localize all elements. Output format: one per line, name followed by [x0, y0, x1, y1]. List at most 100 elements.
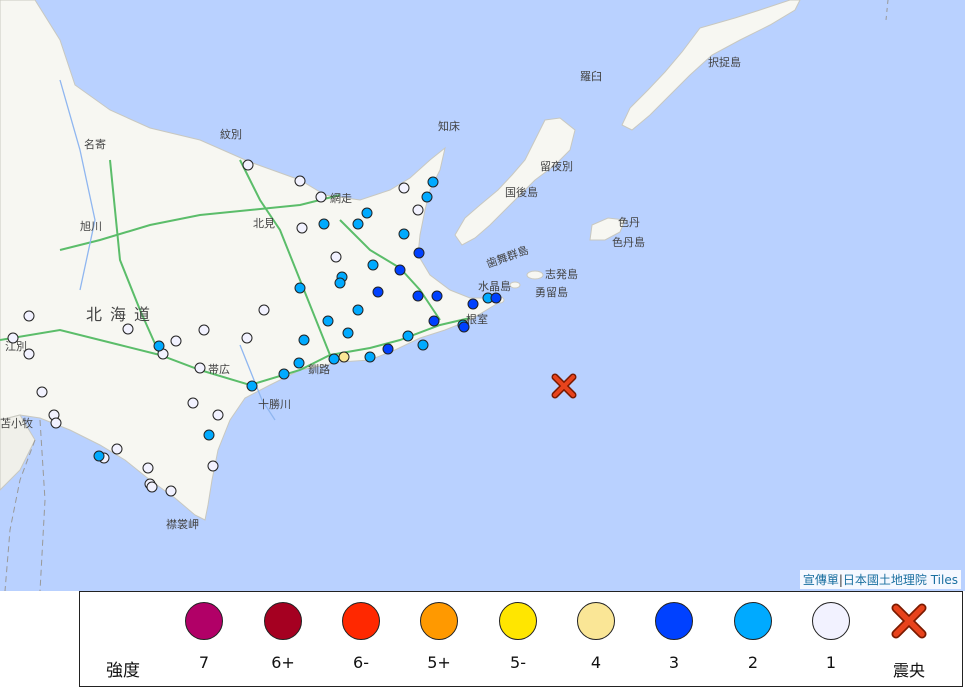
- station-marker-intensity-2[interactable]: [93, 450, 105, 462]
- legend-circle-5-plus: [420, 602, 458, 640]
- station-marker-intensity-2[interactable]: [318, 218, 330, 230]
- station-marker-intensity-1[interactable]: [170, 335, 182, 347]
- station-marker-intensity-1[interactable]: [412, 204, 424, 216]
- station-marker-intensity-1[interactable]: [241, 332, 253, 344]
- station-marker-intensity-2[interactable]: [421, 191, 433, 203]
- station-marker-intensity-2[interactable]: [298, 334, 310, 346]
- station-marker-intensity-3[interactable]: [382, 343, 394, 355]
- legend-circle-7: [185, 602, 223, 640]
- legend-circle-5-minus: [499, 602, 537, 640]
- legend-item-3: 3: [644, 602, 704, 672]
- station-marker-intensity-1[interactable]: [242, 159, 254, 171]
- station-marker-intensity-2[interactable]: [278, 368, 290, 380]
- legend-item-4: 4: [566, 602, 626, 672]
- station-marker-intensity-1[interactable]: [111, 443, 123, 455]
- station-marker-intensity-3[interactable]: [428, 315, 440, 327]
- place-label: 羅臼: [580, 69, 602, 83]
- station-marker-intensity-1[interactable]: [142, 462, 154, 474]
- station-marker-intensity-1[interactable]: [146, 481, 158, 493]
- station-marker-intensity-3[interactable]: [458, 321, 470, 333]
- station-marker-intensity-1[interactable]: [165, 485, 177, 497]
- station-marker-intensity-2[interactable]: [352, 218, 364, 230]
- station-marker-intensity-1[interactable]: [296, 222, 308, 234]
- legend-circle-3: [655, 602, 693, 640]
- place-label: 襟裳岬: [166, 517, 199, 531]
- legend-circle-4: [577, 602, 615, 640]
- station-marker-intensity-1[interactable]: [258, 304, 270, 316]
- station-marker-intensity-1[interactable]: [194, 362, 206, 374]
- station-marker-intensity-3[interactable]: [412, 290, 424, 302]
- station-marker-intensity-3[interactable]: [372, 286, 384, 298]
- legend-item-6-minus: 6-: [331, 602, 391, 672]
- legend-circle-2: [734, 602, 772, 640]
- station-marker-intensity-2[interactable]: [153, 340, 165, 352]
- station-marker-intensity-1[interactable]: [207, 460, 219, 472]
- station-marker-intensity-1[interactable]: [294, 175, 306, 187]
- legend-circle-6-minus: [342, 602, 380, 640]
- habomai-island: [509, 281, 521, 289]
- station-marker-intensity-1[interactable]: [198, 324, 210, 336]
- station-marker-intensity-3[interactable]: [431, 290, 443, 302]
- station-marker-intensity-2[interactable]: [203, 429, 215, 441]
- place-label: 根室: [466, 312, 488, 326]
- station-marker-intensity-1[interactable]: [212, 409, 224, 421]
- station-marker-intensity-1[interactable]: [36, 386, 48, 398]
- station-marker-intensity-3[interactable]: [467, 298, 479, 310]
- station-marker-intensity-3[interactable]: [394, 264, 406, 276]
- legend-label: 3: [668, 653, 680, 672]
- station-marker-intensity-2[interactable]: [361, 207, 373, 219]
- station-marker-intensity-2[interactable]: [367, 259, 379, 271]
- station-marker-intensity-3[interactable]: [490, 292, 502, 304]
- legend-item-1: 1: [801, 602, 861, 672]
- station-marker-intensity-1[interactable]: [122, 323, 134, 335]
- place-label: 択捉島: [708, 55, 741, 69]
- station-marker-intensity-2[interactable]: [246, 380, 258, 392]
- station-marker-intensity-2[interactable]: [293, 357, 305, 369]
- place-label: 旭川: [80, 219, 102, 233]
- legend-circle-1: [812, 602, 850, 640]
- station-marker-intensity-2[interactable]: [328, 353, 340, 365]
- station-marker-intensity-1[interactable]: [330, 251, 342, 263]
- place-label: 紋別: [220, 127, 242, 141]
- legend-label: 6+: [271, 653, 295, 672]
- station-marker-intensity-2[interactable]: [352, 304, 364, 316]
- station-marker-intensity-1[interactable]: [315, 191, 327, 203]
- place-label: 北海道: [86, 305, 158, 324]
- station-marker-intensity-1[interactable]: [50, 417, 62, 429]
- place-label: 帯広: [208, 363, 230, 376]
- legend-item-2: 2: [723, 602, 783, 672]
- place-label: 知床: [438, 119, 460, 133]
- attribution-source-link[interactable]: 日本國土地理院 Tiles: [843, 573, 958, 587]
- place-label: 国後島: [505, 185, 538, 199]
- legend-item-5-minus: 5-: [488, 602, 548, 672]
- station-marker-intensity-2[interactable]: [364, 351, 376, 363]
- epicenter-x-icon: [891, 603, 927, 639]
- legend-item-7: 7: [174, 602, 234, 672]
- station-marker-intensity-2[interactable]: [417, 339, 429, 351]
- map-canvas[interactable]: 紋別 名寄 旭川 北見 網走 北海道 帯広 釧路 根室 知床 羅臼 択捉島 留夜…: [0, 0, 965, 591]
- place-label: 苫小牧: [0, 416, 33, 430]
- legend-label: 6-: [353, 653, 369, 672]
- station-marker-intensity-4[interactable]: [338, 351, 350, 363]
- station-marker-intensity-1[interactable]: [7, 332, 19, 344]
- station-marker-intensity-3[interactable]: [413, 247, 425, 259]
- place-label: 網走: [330, 191, 352, 205]
- station-marker-intensity-2[interactable]: [334, 277, 346, 289]
- station-marker-intensity-2[interactable]: [342, 327, 354, 339]
- station-marker-intensity-2[interactable]: [427, 176, 439, 188]
- station-marker-intensity-2[interactable]: [398, 228, 410, 240]
- legend-circle-6-plus: [264, 602, 302, 640]
- legend-label: 5+: [427, 653, 451, 672]
- legend-item-6-plus: 6+: [253, 602, 313, 672]
- station-marker-intensity-1[interactable]: [23, 310, 35, 322]
- legend-item-5-plus: 5+: [409, 602, 469, 672]
- station-marker-intensity-1[interactable]: [23, 348, 35, 360]
- station-marker-intensity-2[interactable]: [294, 282, 306, 294]
- attribution-prefix-link[interactable]: 宣傳單: [803, 573, 839, 587]
- station-marker-intensity-2[interactable]: [402, 330, 414, 342]
- station-marker-intensity-1[interactable]: [187, 397, 199, 409]
- earthquake-map[interactable]: 紋別 名寄 旭川 北見 網走 北海道 帯広 釧路 根室 知床 羅臼 択捉島 留夜…: [0, 0, 965, 591]
- map-attribution: 宣傳單|日本國土地理院 Tiles: [799, 570, 961, 589]
- station-marker-intensity-1[interactable]: [398, 182, 410, 194]
- station-marker-intensity-2[interactable]: [322, 315, 334, 327]
